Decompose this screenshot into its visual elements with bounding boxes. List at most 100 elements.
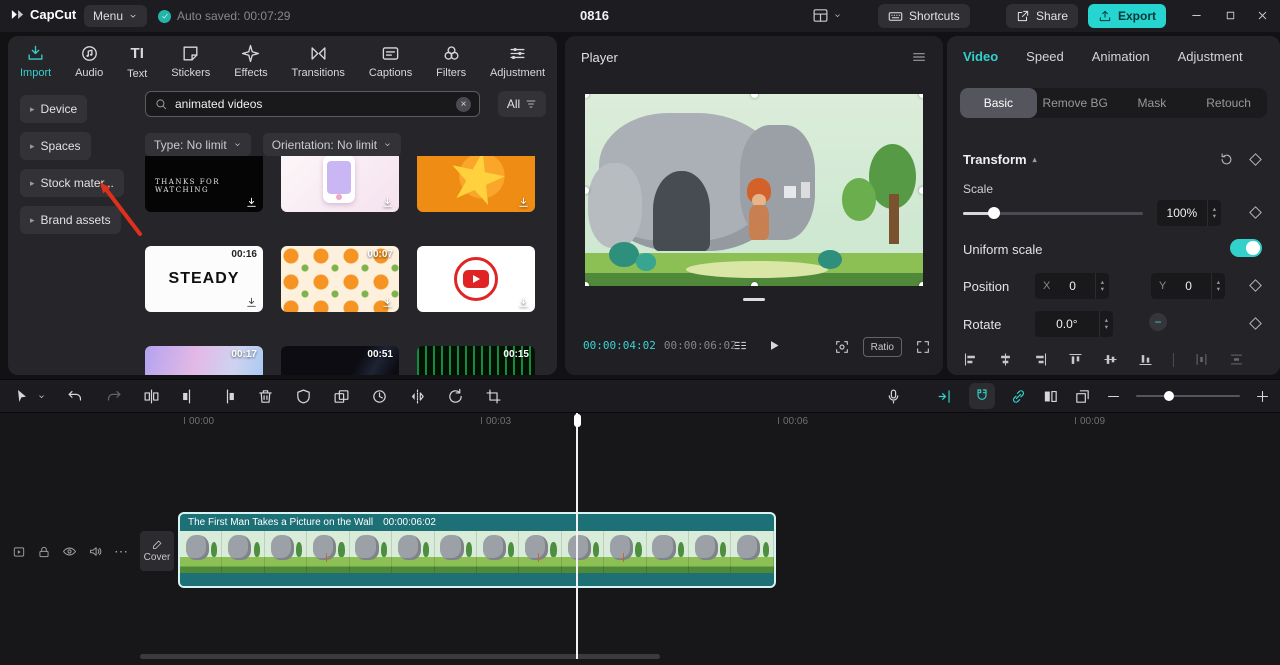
trim-right-icon[interactable] xyxy=(219,388,236,405)
crop-icon[interactable] xyxy=(485,388,502,405)
eye-icon[interactable] xyxy=(62,544,77,559)
link-clips-icon[interactable] xyxy=(1010,388,1027,405)
tab-import[interactable]: Import xyxy=(16,42,55,82)
tab-filters[interactable]: Filters xyxy=(432,42,470,82)
player-resize-handle[interactable] xyxy=(743,298,765,301)
share-button[interactable]: Share xyxy=(1006,4,1079,28)
stepper-up-icon[interactable]: ▴ xyxy=(1217,279,1220,286)
download-icon[interactable] xyxy=(245,296,258,309)
video-thumbnail[interactable] xyxy=(417,156,535,212)
download-icon[interactable] xyxy=(381,196,394,209)
stepper-up-icon[interactable]: ▴ xyxy=(1213,206,1216,213)
minimize-button[interactable] xyxy=(1190,9,1203,22)
video-thumbnail[interactable]: 00:07 xyxy=(281,246,399,312)
timeline-clip[interactable]: The First Man Takes a Picture on the Wal… xyxy=(180,514,774,586)
transform-section-header[interactable]: Transform ▴ xyxy=(963,152,1037,167)
lock-icon[interactable] xyxy=(37,545,51,559)
subtab-basic[interactable]: Basic xyxy=(960,88,1037,118)
select-tool-caret-icon[interactable] xyxy=(37,392,46,401)
subtab-remove-bg[interactable]: Remove BG xyxy=(1037,88,1114,118)
align-bottom-icon[interactable] xyxy=(1138,352,1153,367)
keyframe-icon[interactable] xyxy=(1249,279,1262,292)
stepper-up-icon[interactable]: ▴ xyxy=(1101,279,1104,286)
video-thumbnail[interactable]: 00:17 xyxy=(145,346,263,375)
align-left-icon[interactable] xyxy=(963,352,978,367)
selection-handle[interactable] xyxy=(585,282,589,286)
clear-search-icon[interactable]: × xyxy=(456,96,471,112)
preview-axis-icon[interactable] xyxy=(1042,388,1059,405)
sidebar-item-device[interactable]: ▸ Device xyxy=(20,95,88,123)
search-box[interactable]: × xyxy=(145,91,480,117)
maximize-button[interactable] xyxy=(1224,9,1237,22)
tab-adjustment-props[interactable]: Adjustment xyxy=(1178,49,1243,64)
subtab-mask[interactable]: Mask xyxy=(1114,88,1191,118)
align-middle-icon[interactable] xyxy=(1103,352,1118,367)
tab-text[interactable]: TI Text xyxy=(123,42,151,82)
ratio-button[interactable]: Ratio xyxy=(862,337,902,357)
position-y-box[interactable]: Y 0 ▴ ▾ xyxy=(1151,273,1225,299)
keyframe-icon[interactable] xyxy=(1249,206,1262,219)
rotate-icon[interactable] xyxy=(447,388,464,405)
video-thumbnail[interactable]: THANKS FOR WATCHING xyxy=(145,156,263,212)
zoom-out-icon[interactable] xyxy=(1106,389,1121,404)
download-icon[interactable] xyxy=(381,296,394,309)
rotate-value-box[interactable]: 0.0° ▴ ▾ xyxy=(1035,311,1113,337)
scale-value-box[interactable]: 100% ▴ ▾ xyxy=(1157,200,1221,226)
subtab-retouch[interactable]: Retouch xyxy=(1190,88,1267,118)
search-input[interactable] xyxy=(175,97,449,111)
export-button[interactable]: Export xyxy=(1088,4,1167,28)
tab-captions[interactable]: Captions xyxy=(365,42,416,82)
stepper-down-icon[interactable]: ▾ xyxy=(1217,286,1220,293)
align-center-horizontal-icon[interactable] xyxy=(998,352,1013,367)
playhead[interactable] xyxy=(573,413,581,659)
video-thumbnail[interactable]: 00:15 xyxy=(417,346,535,375)
tab-effects[interactable]: Effects xyxy=(230,42,271,82)
zoom-in-icon[interactable] xyxy=(1255,389,1270,404)
orientation-filter-chip[interactable]: Orientation: No limit xyxy=(262,133,402,156)
tab-stickers[interactable]: Stickers xyxy=(167,42,214,82)
selection-handle[interactable] xyxy=(919,94,923,98)
tab-speed[interactable]: Speed xyxy=(1026,49,1064,64)
tab-adjustment[interactable]: Adjustment xyxy=(486,42,549,82)
mask-icon[interactable] xyxy=(295,388,312,405)
playhead-handle[interactable] xyxy=(573,414,581,427)
split-icon[interactable] xyxy=(143,388,160,405)
snap-to-playhead-icon[interactable] xyxy=(937,388,954,405)
keyframe-icon[interactable] xyxy=(1249,153,1262,166)
fullscreen-icon[interactable] xyxy=(915,339,931,355)
record-voiceover-icon[interactable] xyxy=(885,388,902,405)
all-filter-button[interactable]: All xyxy=(498,91,546,117)
more-icon[interactable]: ⋯ xyxy=(114,543,128,560)
timeline-scrollbar[interactable] xyxy=(140,654,660,659)
tab-transitions[interactable]: Transitions xyxy=(288,42,349,82)
selection-handle[interactable] xyxy=(751,282,758,286)
undo-icon[interactable] xyxy=(67,388,84,405)
play-icon[interactable] xyxy=(766,338,781,353)
preview-canvas[interactable] xyxy=(585,94,923,286)
timeline-zoom-slider[interactable] xyxy=(1136,391,1240,401)
trim-left-icon[interactable] xyxy=(181,388,198,405)
distribute-vertical-icon[interactable] xyxy=(1229,352,1244,367)
frames-view-icon[interactable] xyxy=(1074,388,1091,405)
distribute-horizontal-icon[interactable] xyxy=(1194,352,1209,367)
uniform-scale-toggle[interactable] xyxy=(1230,239,1262,257)
rotate-stepper[interactable]: ▴ ▾ xyxy=(1098,311,1113,337)
focus-frame-icon[interactable] xyxy=(834,339,850,355)
y-stepper[interactable]: ▴ ▾ xyxy=(1210,273,1225,299)
overlay-icon[interactable] xyxy=(333,388,350,405)
timeline[interactable]: 00:00 00:03 00:06 00:09 ⋯ Cover The Firs… xyxy=(0,413,1280,665)
tab-video[interactable]: Video xyxy=(963,49,998,64)
close-button[interactable] xyxy=(1256,9,1269,22)
freeze-frame-icon[interactable] xyxy=(371,388,388,405)
stepper-up-icon[interactable]: ▴ xyxy=(1105,317,1108,324)
video-thumbnail[interactable] xyxy=(281,156,399,212)
x-stepper[interactable]: ▴ ▾ xyxy=(1094,273,1109,299)
align-right-icon[interactable] xyxy=(1033,352,1048,367)
zoom-slider-thumb[interactable] xyxy=(1164,391,1174,401)
tab-audio[interactable]: Audio xyxy=(71,42,107,82)
video-thumbnail[interactable] xyxy=(417,246,535,312)
select-tool-icon[interactable] xyxy=(14,388,30,404)
menu-button[interactable]: Menu xyxy=(84,5,148,27)
frame-list-icon[interactable] xyxy=(733,338,748,353)
shortcuts-button[interactable]: Shortcuts xyxy=(878,4,970,28)
